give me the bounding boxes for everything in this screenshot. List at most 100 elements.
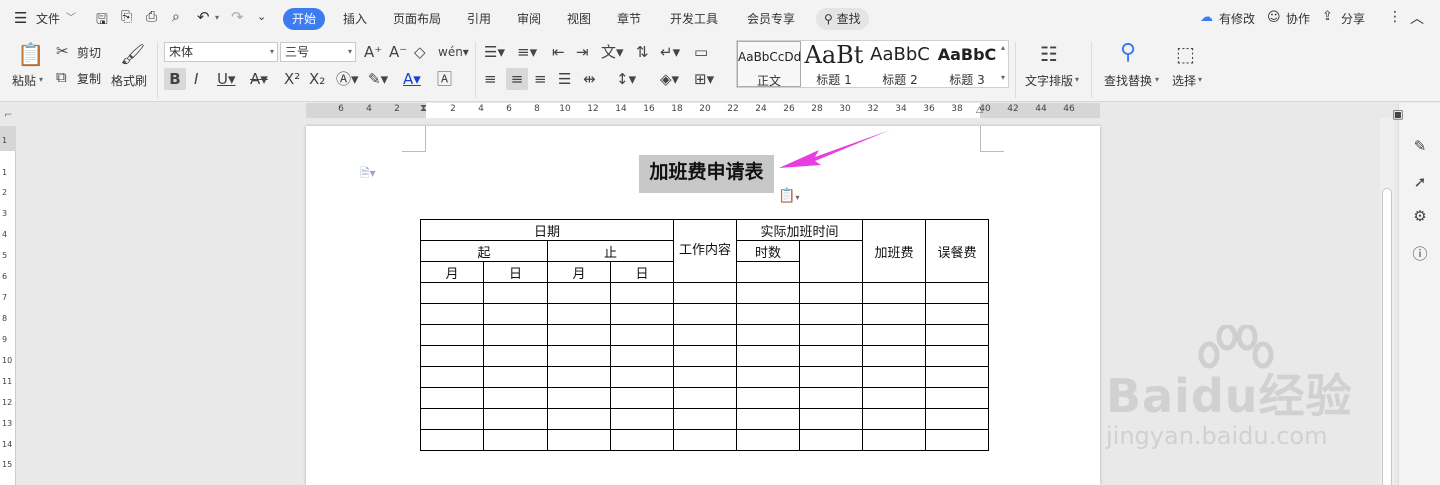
indent-marker-icon[interactable]: ⧗ — [420, 103, 427, 114]
decrease-indent-icon[interactable]: ⇤ — [552, 43, 565, 61]
table-cell[interactable] — [483, 366, 548, 388]
table-cell[interactable] — [862, 345, 926, 367]
undo-dropdown-icon[interactable]: ▾ — [215, 13, 219, 22]
table-cell[interactable] — [736, 345, 800, 367]
align-right-icon[interactable]: ≡ — [534, 70, 547, 88]
shading-icon[interactable]: ◈▾ — [660, 70, 679, 88]
export-icon[interactable]: ⎘ — [121, 9, 132, 25]
table-cell[interactable] — [547, 282, 611, 304]
table-cell[interactable] — [799, 408, 863, 430]
align-left-icon[interactable]: ≡ — [484, 70, 497, 88]
italic-icon[interactable]: I — [194, 70, 198, 88]
collab-icon[interactable]: ☺ — [1267, 10, 1281, 25]
table-cell[interactable] — [736, 429, 800, 451]
table-cell[interactable] — [673, 408, 737, 430]
format-painter-icon[interactable]: 🖌 — [120, 42, 145, 66]
vertical-scrollbar[interactable] — [1380, 118, 1394, 485]
header-start[interactable]: 起 — [420, 240, 548, 262]
table-cell[interactable] — [925, 366, 989, 388]
header-end-day[interactable]: 日 — [610, 261, 674, 283]
table-cell[interactable] — [862, 429, 926, 451]
shrink-font-icon[interactable]: A⁻ — [389, 43, 407, 61]
table-cell[interactable] — [736, 303, 800, 325]
hamburger-icon[interactable]: ☰ — [14, 9, 27, 27]
bold-icon[interactable]: B — [164, 68, 186, 90]
select-button[interactable]: 选择 — [1172, 72, 1196, 89]
increase-indent-icon[interactable]: ⇥ — [576, 43, 589, 61]
table-cell[interactable] — [420, 429, 484, 451]
panel-toggle-icon[interactable]: ▣ — [1387, 105, 1409, 123]
print-icon[interactable]: ⎙ — [146, 9, 157, 25]
table-cell[interactable] — [420, 408, 484, 430]
table-cell[interactable] — [862, 408, 926, 430]
paste-button[interactable]: 粘贴 — [12, 72, 36, 89]
cloud-sync-icon[interactable]: ☁ — [1200, 10, 1213, 25]
table-cell[interactable] — [547, 366, 611, 388]
paste-dropdown-icon[interactable]: ▾ — [39, 75, 43, 84]
header-date[interactable]: 日期 — [420, 219, 674, 241]
table-cell[interactable] — [483, 408, 548, 430]
highlight-icon[interactable]: ✎▾ — [368, 70, 388, 88]
table-cell[interactable] — [547, 387, 611, 409]
table-cell[interactable] — [420, 303, 484, 325]
find-replace-button[interactable]: 查找替换 — [1104, 72, 1152, 89]
table-cell[interactable] — [925, 387, 989, 409]
table-cell[interactable] — [736, 324, 800, 346]
table-cell[interactable] — [736, 387, 800, 409]
table-cell[interactable] — [547, 345, 611, 367]
table-cell[interactable] — [862, 366, 926, 388]
style-normal[interactable]: AaBbCcDd 正文 — [737, 41, 801, 88]
gallery-expand-icon[interactable]: ▾ — [1001, 73, 1005, 82]
table-cell[interactable] — [610, 366, 674, 388]
select-icon[interactable]: ⬚ — [1176, 42, 1195, 66]
document-title[interactable]: 加班费申请表 — [639, 155, 774, 193]
find-replace-icon[interactable]: ⚲ — [1120, 41, 1136, 65]
cursor-select-icon[interactable]: ➚ — [1409, 173, 1431, 191]
table-cell[interactable] — [483, 324, 548, 346]
table-cell[interactable] — [483, 303, 548, 325]
table-cell[interactable] — [483, 282, 548, 304]
scrollbar-thumb[interactable] — [1382, 188, 1392, 485]
share-button[interactable]: 分享 — [1341, 10, 1365, 27]
align-center-icon[interactable]: ≡ — [506, 68, 528, 90]
table-cell[interactable] — [925, 303, 989, 325]
chinese-layout-icon[interactable]: 文▾ — [601, 43, 624, 61]
show-marks-icon[interactable]: ↵▾ — [660, 43, 680, 61]
table-cell[interactable] — [862, 303, 926, 325]
style-heading-2[interactable]: AaBbC 标题 2 — [867, 41, 933, 87]
vertical-ruler[interactable]: 1 1 2 3 4 5 6 7 8 9 10 11 12 13 14 15 — [0, 126, 16, 485]
distribute-icon[interactable]: ⇹ — [583, 70, 596, 88]
gallery-scroll-icon[interactable]: ▴ — [1001, 43, 1005, 52]
tab-home[interactable]: 开始 — [283, 8, 326, 30]
borders-icon[interactable]: ⊞▾ — [694, 70, 714, 88]
select-dropdown-icon[interactable]: ▾ — [1198, 75, 1202, 84]
tab-view[interactable]: 视图 — [567, 10, 591, 27]
table-cell[interactable] — [925, 408, 989, 430]
table-cell[interactable] — [925, 429, 989, 451]
bullet-list-icon[interactable]: ☰▾ — [484, 43, 505, 61]
header-actual-overtime[interactable]: 实际加班时间 — [736, 219, 863, 241]
undo-icon[interactable]: ↶ — [197, 8, 210, 26]
paste-options-icon[interactable]: 📋▾ — [778, 188, 799, 204]
scissors-icon[interactable]: ✂ — [56, 42, 69, 60]
table-cell[interactable] — [799, 324, 863, 346]
tab-references[interactable]: 引用 — [467, 10, 491, 27]
table-cell[interactable] — [673, 324, 737, 346]
header-overtime-pay[interactable]: 加班费 — [862, 219, 926, 283]
table-cell[interactable] — [799, 345, 863, 367]
redo-icon[interactable]: ↷ — [231, 8, 244, 26]
table-cell[interactable] — [673, 387, 737, 409]
collab-button[interactable]: 协作 — [1286, 10, 1310, 27]
share-icon[interactable]: ⇪ — [1322, 9, 1333, 24]
clear-format-icon[interactable]: ◇ — [414, 43, 426, 61]
text-layout-button[interactable]: 文字排版 — [1025, 72, 1073, 89]
subscript-icon[interactable]: X₂ — [309, 70, 325, 88]
table-borders-top-icon[interactable]: ▭ — [694, 43, 708, 61]
table-cell[interactable] — [862, 324, 926, 346]
style-heading-3[interactable]: AaBbC 标题 3 — [935, 41, 999, 87]
sort-icon[interactable]: ⇅ — [636, 43, 649, 61]
text-effect-icon[interactable]: Ⓐ▾ — [336, 70, 359, 88]
table-cell[interactable] — [799, 303, 863, 325]
table-cell[interactable] — [610, 345, 674, 367]
save-icon[interactable]: 🖫 — [96, 9, 108, 33]
